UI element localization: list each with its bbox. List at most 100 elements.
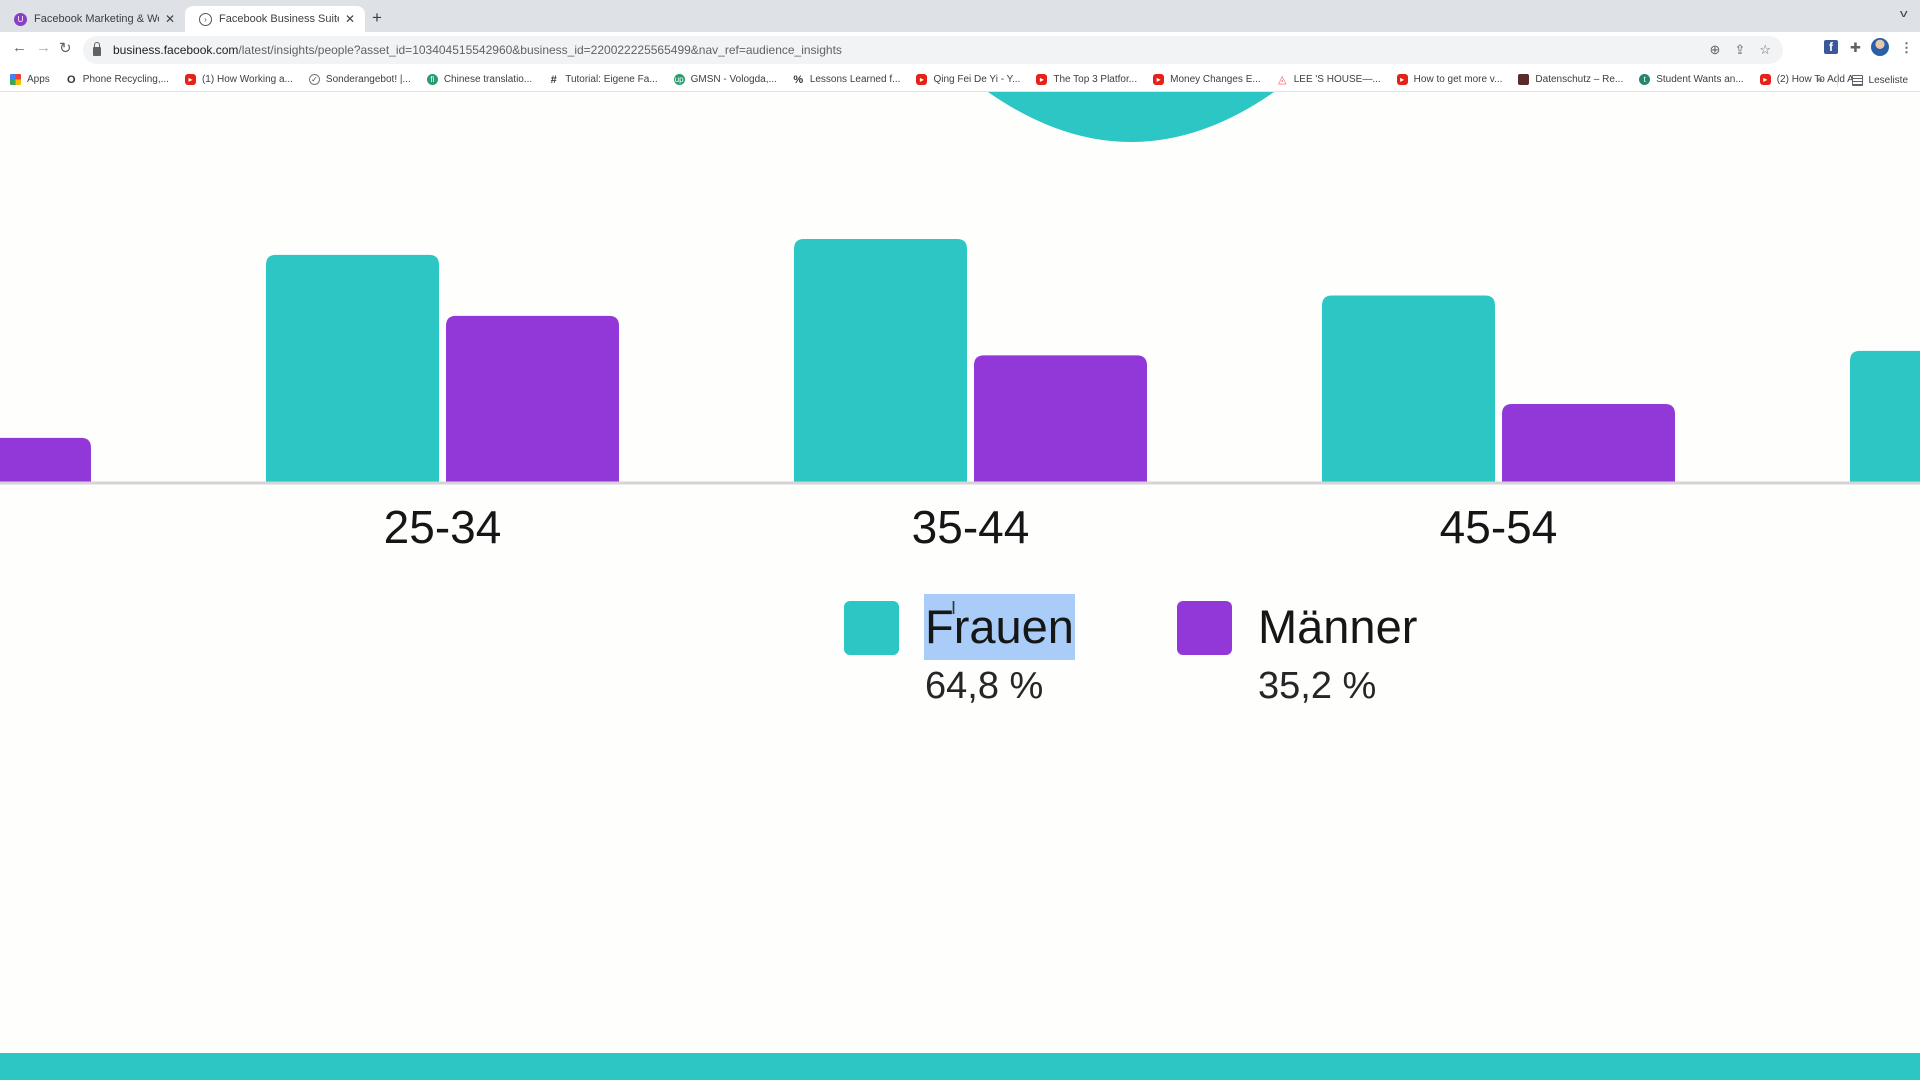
zoom-icon[interactable]: ⊕ <box>1710 42 1721 58</box>
extensions-puzzle-icon[interactable]: ✚ <box>1850 40 1861 56</box>
bookmark-item[interactable]: % Lessons Learned f... <box>793 73 901 86</box>
tab-title: Facebook Business Suite <box>219 13 339 25</box>
business-suite-icon: › <box>199 12 212 26</box>
bookmark-item[interactable]: ◬ LEE 'S HOUSE—... <box>1277 74 1381 86</box>
bookmark-item[interactable]: Apps <box>10 74 50 85</box>
youtube-icon: ▸ <box>1153 74 1165 85</box>
tab-search-chevron-icon[interactable]: v <box>1899 8 1907 20</box>
youtube-icon: ▸ <box>184 74 196 85</box>
text-cursor-icon: I <box>951 598 957 618</box>
bookmark-label: Student Wants an... <box>1656 74 1744 85</box>
x-tick-label: 35-44 <box>912 501 1030 553</box>
profile-avatar[interactable] <box>1871 38 1889 56</box>
bookmark-item[interactable]: O Phone Recycling,... <box>66 73 169 86</box>
udemy-icon: U <box>14 12 27 26</box>
bookmark-item[interactable]: t Student Wants an... <box>1639 74 1744 85</box>
bookmark-label: Qing Fei De Yi - Y... <box>933 74 1021 85</box>
bookmark-item[interactable]: ▸ (1) How Working a... <box>184 74 293 85</box>
bookmark-item[interactable]: Datenschutz – Re... <box>1518 74 1623 85</box>
audience-insights-page: 25-34 35-44 45-54 Frauen I 64,8 % Männer 3… <box>0 92 1920 1080</box>
address-bar[interactable]: business.facebook.com/latest/insights/pe… <box>83 36 1783 64</box>
reading-list-label: Leseliste <box>1868 74 1908 86</box>
o2-icon: O <box>67 73 76 86</box>
forward-arrow-icon[interactable]: → <box>36 39 51 56</box>
legend-share-maenner: 35,2 % <box>1258 665 1377 707</box>
percent-icon: % <box>793 73 804 86</box>
lock-icon[interactable] <box>93 41 101 56</box>
bookmark-label: Money Changes E... <box>1170 74 1261 85</box>
age-gender-bar-chart: 25-34 35-44 45-54 <box>0 92 1920 553</box>
legend-swatch-maenner <box>1177 601 1232 655</box>
url-path: /latest/insights/people?asset_id=1034045… <box>238 43 842 57</box>
back-arrow-icon[interactable]: ← <box>12 39 27 56</box>
bookmark-label: Phone Recycling,... <box>82 74 169 85</box>
legend-share-frauen: 64,8 % <box>925 665 1044 707</box>
bookmark-label: (1) How Working a... <box>201 74 293 85</box>
bookmark-label: GMSN - Vologda,... <box>690 74 777 85</box>
youtube-icon: ▸ <box>916 74 928 85</box>
tab-strip: U Facebook Marketing & Werbea ✕ › Facebo… <box>0 0 1920 32</box>
bookmark-label: Lessons Learned f... <box>809 74 901 85</box>
bar-maenner-45-54[interactable] <box>1502 404 1675 482</box>
youtube-icon: ▸ <box>1759 74 1771 85</box>
bookmark-label: Datenschutz – Re... <box>1535 74 1624 85</box>
bookmark-star-icon[interactable]: ☆ <box>1759 42 1771 58</box>
new-tab-button[interactable]: + <box>372 8 382 28</box>
site-thumbnail-icon <box>1518 74 1530 85</box>
browser-toolbar: ← → ↻ business.facebook.com/latest/insig… <box>0 32 1920 68</box>
menu-kebab-icon[interactable]: ⋮ <box>1900 40 1913 56</box>
bookmark-label: Tutorial: Eigene Fa... <box>565 74 658 85</box>
bar-frauen-55-64[interactable] <box>1850 350 1920 482</box>
bookmark-label: Chinese translatio... <box>443 74 533 85</box>
youtube-icon: ▸ <box>1396 74 1408 85</box>
check-badge-icon: ✓ <box>308 74 320 85</box>
bookmark-item[interactable]: fi Chinese translatio... <box>426 74 533 85</box>
url-host: business.facebook.com <box>113 43 239 57</box>
upwork-icon: up <box>673 74 685 85</box>
tab-facebook-business-suite[interactable]: › Facebook Business Suite ✕ <box>185 6 365 32</box>
close-tab-icon[interactable]: ✕ <box>165 12 175 26</box>
bookmark-item[interactable]: ▸ How to get more v... <box>1396 74 1503 85</box>
airbnb-icon: ◬ <box>1277 74 1287 86</box>
bookmark-item[interactable]: ▸ Qing Fei De Yi - Y... <box>916 74 1020 85</box>
t-circle-icon: t <box>1639 74 1651 85</box>
bar-maenner-18-24[interactable] <box>0 437 91 482</box>
bookmarks-bar: Apps O Phone Recycling,... ▸ (1) How Worki… <box>0 68 1920 92</box>
bookmark-item[interactable]: ▸ The Top 3 Platfor... <box>1036 74 1137 85</box>
bookmark-label: How to get more v... <box>1413 74 1503 85</box>
bar-frauen-35-44[interactable] <box>794 239 967 482</box>
bar-frauen-25-34[interactable] <box>266 254 439 482</box>
legend-label-maenner[interactable]: Männer <box>1257 594 1418 660</box>
bars-group <box>0 239 1920 482</box>
bar-maenner-35-44[interactable] <box>974 355 1147 482</box>
tab-facebook-marketing[interactable]: U Facebook Marketing & Werbea ✕ <box>0 6 185 32</box>
hashtag-icon: # <box>550 73 557 86</box>
bar-maenner-25-34[interactable] <box>446 315 619 482</box>
bar-frauen-45-54[interactable] <box>1322 295 1495 482</box>
tab-title: Facebook Marketing & Werbea <box>34 13 159 25</box>
donut-chart-slice <box>988 92 1274 142</box>
youtube-icon: ▸ <box>1036 74 1048 85</box>
divider <box>1836 73 1838 87</box>
bookmark-label: Apps <box>27 74 50 85</box>
facebook-extension-icon[interactable]: f <box>1824 40 1838 54</box>
apps-grid-icon <box>10 74 21 85</box>
share-icon[interactable]: ⇪ <box>1734 42 1745 58</box>
x-axis-labels: 25-34 35-44 45-54 <box>384 501 1558 553</box>
close-tab-icon[interactable]: ✕ <box>345 12 355 26</box>
x-tick-label: 25-34 <box>384 501 502 553</box>
bookmark-item[interactable]: ▸ Money Changes E... <box>1153 74 1261 85</box>
fiverr-icon: fi <box>426 74 438 85</box>
bookmark-item[interactable]: # Tutorial: Eigene Fa... <box>548 73 658 86</box>
reload-icon[interactable]: ↻ <box>59 39 72 57</box>
bookmark-item[interactable]: ✓ Sonderangebot! |... <box>308 74 411 85</box>
bookmark-label: The Top 3 Platfor... <box>1053 74 1138 85</box>
footer-accent-band <box>0 1053 1920 1080</box>
more-bookmarks-button[interactable]: » <box>1816 74 1822 86</box>
legend-label-frauen[interactable]: Frauen <box>924 594 1075 660</box>
reading-list-button[interactable]: Leseliste <box>1851 74 1908 86</box>
bookmark-label: LEE 'S HOUSE—... <box>1293 74 1381 85</box>
reading-list-icon <box>1851 74 1863 86</box>
x-tick-label: 45-54 <box>1440 501 1558 553</box>
bookmark-item[interactable]: up GMSN - Vologda,... <box>673 74 777 85</box>
